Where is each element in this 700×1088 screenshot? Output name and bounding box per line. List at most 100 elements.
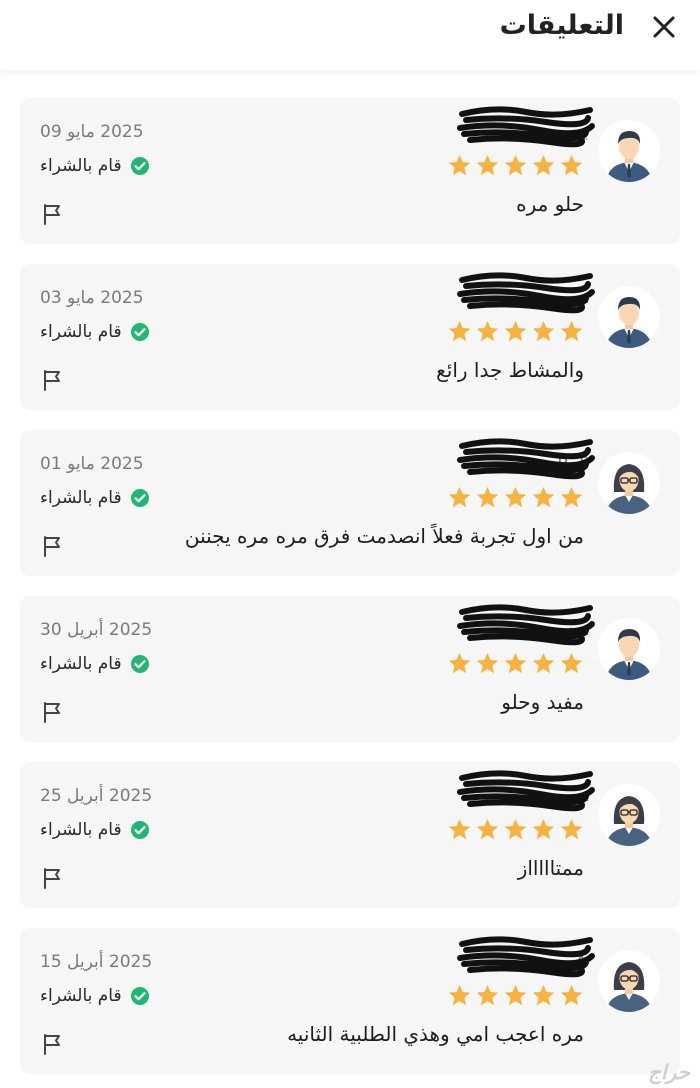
star-icon [532, 320, 555, 342]
star-icon [560, 984, 583, 1006]
star-icon [504, 818, 527, 840]
flag-icon[interactable] [40, 370, 64, 396]
verified-purchase: قام بالشراء [40, 820, 150, 840]
verified-purchase: قام بالشراء [40, 654, 150, 674]
review-card: ـود مفيد وحلو 2025 أبريل 30 قام بالشراء [20, 596, 680, 742]
redaction-scribble [456, 602, 596, 648]
close-icon[interactable] [650, 13, 678, 41]
report-flag-button[interactable] [40, 1032, 64, 1056]
male-avatar-icon [598, 286, 660, 348]
watermark: حراج [648, 1060, 690, 1084]
star-icon [448, 320, 471, 342]
star-icon [560, 486, 583, 508]
star-icon [476, 486, 499, 508]
star-icon [560, 320, 583, 342]
star-icon [476, 984, 499, 1006]
star-rating [447, 983, 584, 1008]
verified-purchase-label: قام بالشراء [40, 156, 122, 176]
review-date: 2025 مايو 01 [40, 454, 144, 474]
reviews-list: ين ـــي حلو مره 2025 مايو 09 قام بالشراء ـم و… [20, 98, 680, 1088]
review-card: R T من اول تجربة فعلاً انصدمت فرق مره مره… [20, 430, 680, 576]
female-avatar-icon [598, 452, 660, 514]
star-icon [504, 652, 527, 674]
star-icon [448, 486, 471, 508]
review-comment: ممتاااااز [517, 856, 584, 880]
review-date: 2025 أبريل 25 [40, 786, 153, 806]
review-date: 2025 مايو 09 [40, 122, 144, 142]
male-avatar-icon [598, 120, 660, 182]
report-flag-button[interactable] [40, 202, 64, 226]
star-icon [560, 818, 583, 840]
report-flag-button[interactable] [40, 866, 64, 890]
star-icon [448, 984, 471, 1006]
star-rating [447, 153, 584, 178]
star-icon [532, 984, 555, 1006]
flag-icon[interactable] [40, 702, 64, 728]
redaction-scribble [456, 768, 596, 814]
check-circle-icon [130, 986, 150, 1006]
star-rating [447, 319, 584, 344]
report-flag-button[interactable] [40, 368, 64, 392]
review-comment: مره اعجب امي وهذي الطلبية الثانيه [287, 1022, 584, 1046]
verified-purchase-label: قام بالشراء [40, 322, 122, 342]
header: التعليقات [0, 0, 700, 70]
star-icon [476, 818, 499, 840]
female-avatar-icon [598, 784, 660, 846]
report-flag-button[interactable] [40, 700, 64, 724]
flag-icon[interactable] [40, 204, 64, 230]
redaction-scribble [456, 270, 596, 316]
redaction-scribble [456, 104, 596, 150]
review-date: 2025 أبريل 15 [40, 952, 153, 972]
star-icon [504, 154, 527, 176]
star-icon [560, 154, 583, 176]
review-card: ـم والمشاط جدا رائع 2025 مايو 03 قام بالشرا… [20, 264, 680, 410]
star-icon [448, 652, 471, 674]
check-circle-icon [130, 488, 150, 508]
star-icon [560, 652, 583, 674]
verified-purchase: قام بالشراء [40, 986, 150, 1006]
review-comment: مفيد وحلو [501, 690, 584, 714]
star-icon [448, 154, 471, 176]
star-icon [532, 486, 555, 508]
verified-purchase-label: قام بالشراء [40, 488, 122, 508]
review-card: ـي ممتاااااز 2025 أبريل 25 قام بالشراء [20, 762, 680, 908]
verified-purchase-label: قام بالشراء [40, 654, 122, 674]
star-icon [476, 320, 499, 342]
star-rating [447, 485, 584, 510]
review-comment: حلو مره [516, 192, 584, 216]
star-icon [476, 652, 499, 674]
check-circle-icon [130, 654, 150, 674]
flag-icon[interactable] [40, 536, 64, 562]
review-card: ين ـــي حلو مره 2025 مايو 09 قام بالشراء [20, 98, 680, 244]
check-circle-icon [130, 156, 150, 176]
star-icon [448, 818, 471, 840]
review-comment: والمشاط جدا رائع [436, 358, 584, 382]
star-icon [532, 818, 555, 840]
review-card: A مره اعجب امي وهذي الطلبية الثانيه 2025 أ… [20, 928, 680, 1074]
star-rating [447, 817, 584, 842]
report-flag-button[interactable] [40, 534, 64, 558]
male-avatar-icon [598, 618, 660, 680]
check-circle-icon [130, 322, 150, 342]
redaction-scribble [456, 436, 596, 482]
review-date: 2025 أبريل 30 [40, 620, 153, 640]
star-icon [504, 984, 527, 1006]
star-icon [532, 154, 555, 176]
flag-icon[interactable] [40, 1034, 64, 1060]
check-circle-icon [130, 820, 150, 840]
close-button[interactable] [650, 13, 678, 41]
star-rating [447, 651, 584, 676]
review-comment: من اول تجربة فعلاً انصدمت فرق مره مره يج… [184, 524, 584, 548]
verified-purchase-label: قام بالشراء [40, 986, 122, 1006]
verified-purchase: قام بالشراء [40, 156, 150, 176]
star-icon [476, 154, 499, 176]
verified-purchase: قام بالشراء [40, 488, 150, 508]
page-title: التعليقات [499, 10, 624, 41]
female-avatar-icon [598, 950, 660, 1012]
star-icon [532, 652, 555, 674]
verified-purchase-label: قام بالشراء [40, 820, 122, 840]
star-icon [504, 486, 527, 508]
review-date: 2025 مايو 03 [40, 288, 144, 308]
flag-icon[interactable] [40, 868, 64, 894]
redaction-scribble [456, 934, 596, 980]
